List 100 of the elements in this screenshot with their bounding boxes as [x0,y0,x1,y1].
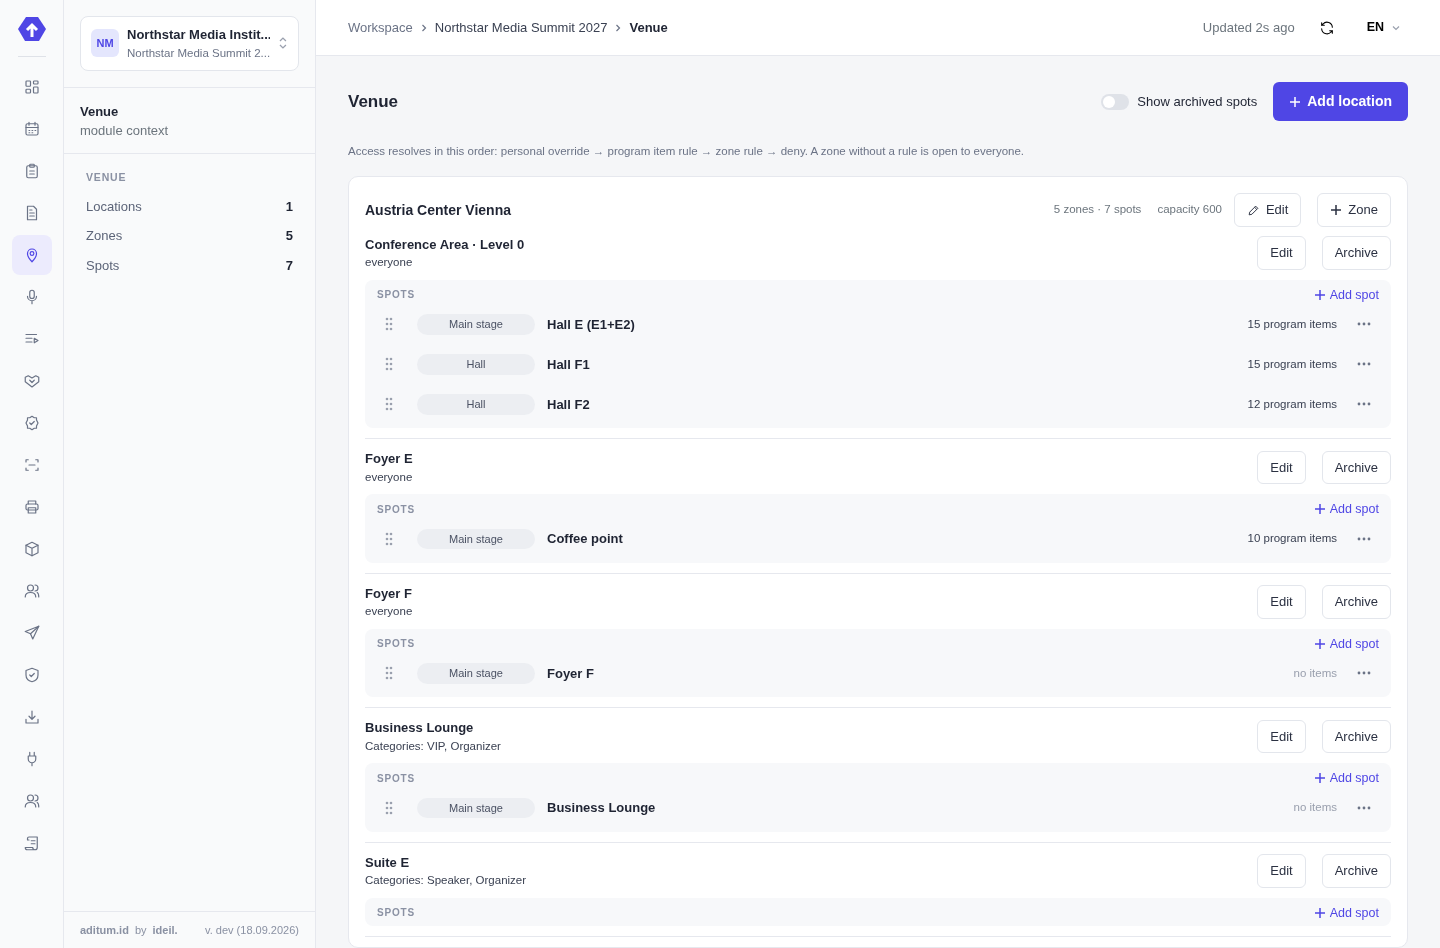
spot-name: Hall F2 [547,395,591,414]
archive-button[interactable]: Archive [1321,854,1391,888]
drag-handle-icon[interactable] [385,397,393,412]
drag-handle-icon[interactable] [385,317,393,332]
more-icon [1357,402,1371,407]
add-spot-button[interactable]: Add spot [1313,769,1379,788]
more-icon [1357,671,1371,676]
sidebar-item-label: Zones [86,227,123,245]
zone-name: Conference Area · Level 0 [365,235,525,254]
add-spot-button[interactable]: Add spot [1313,500,1379,519]
breadcrumb-link[interactable]: Workspace [348,17,413,38]
edit-button[interactable]: Edit [1257,719,1306,754]
program-item-count: no items [1293,800,1337,816]
zone-access: Categories: Speaker, Organizer [365,873,527,889]
breadcrumb-current: Venue [629,18,668,37]
more-icon [1357,322,1371,327]
scan-icon [22,456,41,474]
edit-button[interactable]: Edit [1257,854,1306,888]
nav-button[interactable] [11,235,52,275]
sidebar-item[interactable]: Zones 5 [64,221,315,251]
more-icon [1357,536,1371,541]
program-item-count: 12 program items [1247,396,1337,412]
avatar: NM [91,29,119,58]
edit-button[interactable]: Edit [1257,585,1306,619]
drag-handle-icon[interactable] [385,531,393,546]
event-name: Northstar Media Summit 2... [127,45,271,61]
zone-name: Business Lounge [365,719,475,738]
printer-icon [22,498,41,516]
edit-button[interactable]: Edit [1257,450,1306,485]
spots-heading: SPOTS [377,288,415,303]
add-spot-button[interactable]: Add spot [1313,285,1379,305]
more-icon [1357,362,1371,367]
spots-heading: SPOTS [377,502,415,517]
zone-access: everyone [365,469,413,485]
updated-text: Updated 2s ago [1202,18,1295,37]
plus-icon [1313,772,1326,785]
sidebar-item-count: 7 [285,256,293,275]
archive-button[interactable]: Archive [1321,450,1391,485]
edit-button[interactable]: Edit [1233,193,1302,227]
context-title: Venue [80,102,120,121]
spot-type-tag: Main stage [417,314,535,335]
add-zone-button[interactable]: Zone [1317,193,1391,227]
sidebar-item[interactable]: Spots 7 [64,250,315,280]
plus-icon [1289,95,1302,108]
dashboard-icon [22,78,41,96]
calendar-icon [22,120,41,138]
logo-icon [16,16,47,42]
brand-name: aditum.id [80,922,129,938]
more-icon [1357,805,1371,810]
drag-handle-icon[interactable] [385,357,393,372]
section-heading: VENUE [85,169,128,185]
spots-heading: SPOTS [377,906,415,921]
page-title: Venue [348,90,399,113]
program-item-count: 15 program items [1247,356,1337,372]
add-spot-button[interactable]: Add spot [1313,903,1379,923]
sidebar-item-label: Locations [86,197,142,216]
location-name: Austria Center Vienna [365,200,511,220]
zone-access: everyone [365,255,414,271]
spot-type-tag: Main stage [417,663,535,684]
archive-button[interactable]: Archive [1321,236,1391,270]
plus-icon [1313,288,1326,301]
sidebar-item-label: Spots [86,256,120,275]
plus-icon [1313,503,1326,516]
spot-type-tag: Hall [417,354,535,375]
plus-icon [1330,204,1343,216]
program-item-count: no items [1293,665,1337,681]
edit-button[interactable]: Edit [1257,236,1306,270]
add-spot-button[interactable]: Add spot [1313,634,1379,654]
drag-handle-icon[interactable] [385,800,393,815]
access-note: Access resolves in this order: personal override → program item rule → zone rule → deny. A zone without a rule is open to everyone. [348,144,1026,159]
spot-type-tag: Hall [417,394,535,415]
organization-switcher[interactable]: NM Northstar Media Instit... Northstar Media Summit 2... [80,16,299,71]
breadcrumb-separator-icon [615,23,622,32]
chevron-updown-icon [278,36,288,51]
breadcrumb-link[interactable]: Northstar Media Summit 2027 [434,17,608,38]
plus-icon [1313,906,1326,919]
sidebar-item[interactable]: Locations 1 [64,191,315,221]
archive-button[interactable]: Archive [1321,585,1391,619]
version-text: v. dev (18.09.2026) [205,922,299,938]
capacity-text: capacity 600 [1157,202,1222,218]
sidebar-item-count: 1 [285,197,293,216]
context-subtitle: module context [80,122,170,141]
add-location-button[interactable]: Add location [1273,82,1408,121]
sidebar-item-count: 5 [285,227,293,245]
zone-access: Categories: VIP, Organizer [365,738,501,754]
language-select[interactable]: EN [1358,18,1408,37]
organization-name: Northstar Media Instit... [127,26,271,44]
chevron-down-icon [1392,24,1400,31]
scroll-icon [22,834,41,852]
toggle-switch[interactable] [1101,93,1130,110]
zone-access: everyone [365,604,413,620]
spot-name: Hall E (E1+E2) [547,315,636,334]
users-icon [22,582,41,600]
shield-icon [22,666,41,684]
drag-handle-icon[interactable] [385,666,393,681]
archive-button[interactable]: Archive [1321,719,1391,754]
spot-name: Foyer F [547,664,595,683]
by-text: by [134,922,147,938]
spots-heading: SPOTS [377,637,415,652]
users-icon [22,792,41,810]
